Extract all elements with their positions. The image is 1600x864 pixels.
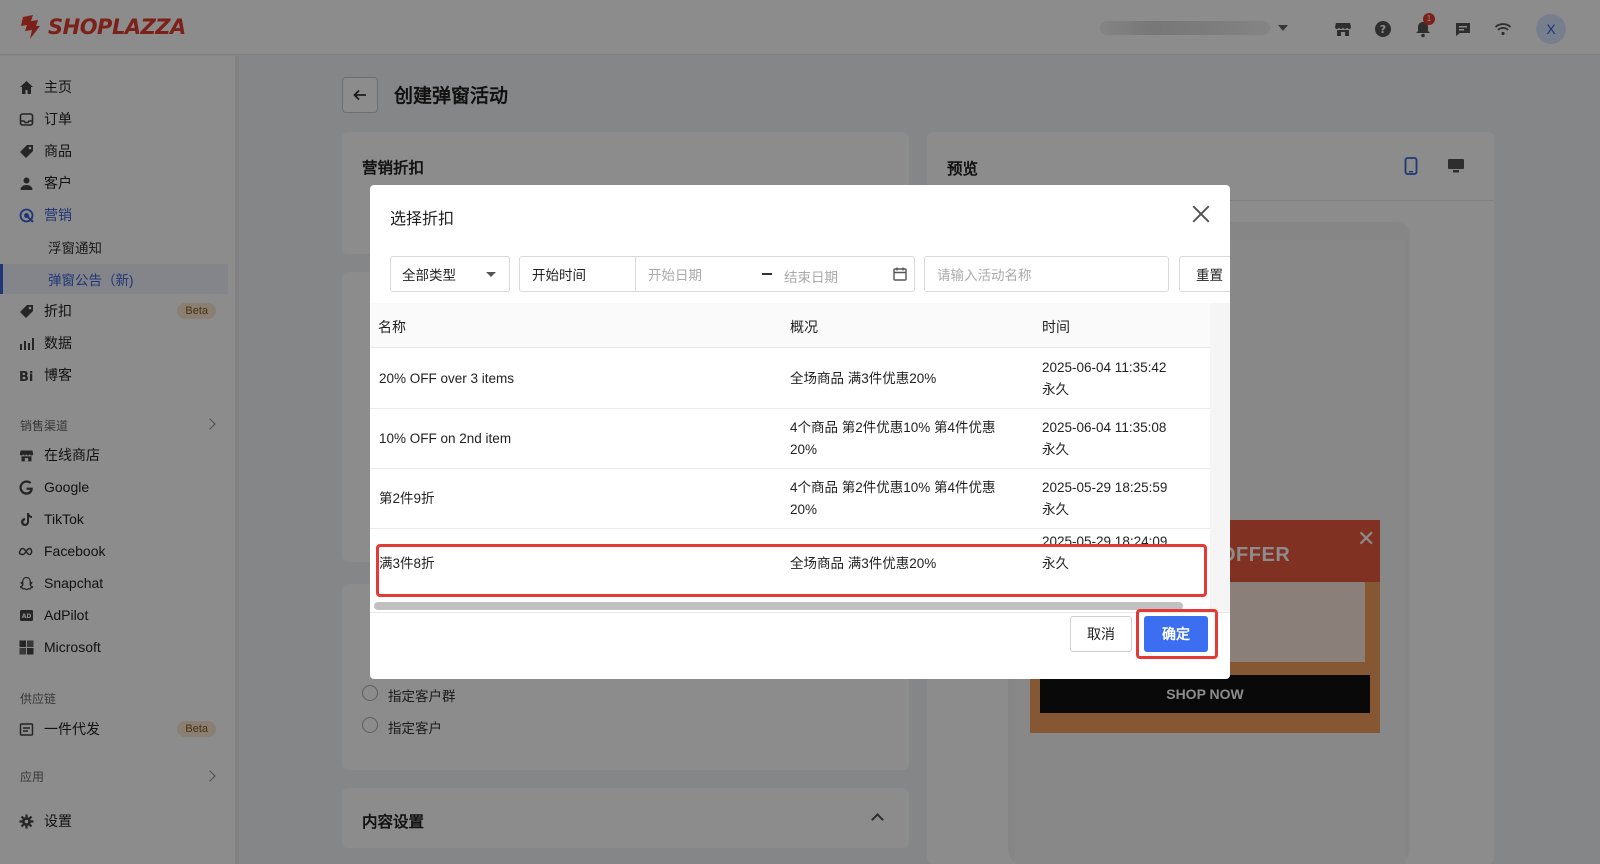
- row-time: 2025-06-04 11:35:08: [1042, 420, 1167, 435]
- row-name: 20% OFF over 3 items: [379, 371, 515, 386]
- row-duration: 永久: [1042, 382, 1069, 397]
- scrollbar-thumb[interactable]: [374, 602, 1183, 610]
- type-select[interactable]: 全部类型: [390, 256, 510, 292]
- type-select-value: 全部类型: [402, 268, 456, 283]
- end-date-input[interactable]: 结束日期: [784, 266, 838, 286]
- column-time: 时间: [1042, 319, 1070, 335]
- table-row[interactable]: 20% OFF over 3 items 全场商品 满3件优惠20% 2025-…: [370, 349, 1210, 409]
- table-row[interactable]: 10% OFF on 2nd item 4个商品 第2件优惠10% 第4件优惠2…: [370, 409, 1210, 469]
- row-summary: 4个商品 第2件优惠10% 第4件优惠20%: [790, 480, 996, 517]
- time-type-label[interactable]: 开始时间: [520, 257, 636, 291]
- table-row[interactable]: 第2件9折 4个商品 第2件优惠10% 第4件优惠20% 2025-05-29 …: [370, 469, 1210, 529]
- confirm-highlight: 确定: [1136, 609, 1218, 659]
- time-range-filter: 开始时间 开始日期 结束日期: [519, 256, 915, 292]
- row-summary: 4个商品 第2件优惠10% 第4件优惠20%: [790, 420, 996, 457]
- divider: [370, 612, 1230, 613]
- start-date-input[interactable]: 开始日期: [636, 264, 702, 284]
- modal-title: 选择折扣: [390, 211, 455, 228]
- cancel-button[interactable]: 取消: [1070, 616, 1132, 652]
- table-horizontal-scrollbar[interactable]: [370, 600, 1210, 612]
- select-discount-modal: 选择折扣 全部类型 开始时间 开始日期 结束日期 请输入活动名称 重置 名称 概…: [370, 185, 1230, 679]
- row-duration: 永久: [1042, 502, 1069, 517]
- row-duration: 永久: [1042, 442, 1069, 457]
- row-summary: 全场商品 满3件优惠20%: [790, 371, 937, 386]
- row-name: 10% OFF on 2nd item: [379, 431, 512, 446]
- row-time: 2025-06-04 11:35:42: [1042, 360, 1167, 375]
- row-time: 2025-05-29 18:25:59: [1042, 480, 1168, 495]
- calendar-icon[interactable]: [892, 266, 908, 282]
- date-separator: [762, 273, 772, 275]
- reset-button[interactable]: 重置: [1179, 256, 1230, 292]
- table-header: 名称 概况 时间: [370, 303, 1230, 348]
- confirm-button[interactable]: 确定: [1144, 616, 1208, 652]
- row-name: 第2件9折: [379, 491, 435, 506]
- campaign-name-input[interactable]: 请输入活动名称: [924, 256, 1169, 292]
- caret-down-icon: [486, 272, 496, 277]
- column-name: 名称: [378, 319, 406, 335]
- close-icon[interactable]: [1190, 203, 1212, 225]
- column-summary: 概况: [790, 319, 818, 335]
- table-vertical-scrollbar[interactable]: [1210, 303, 1230, 612]
- selected-row-highlight: [376, 544, 1207, 597]
